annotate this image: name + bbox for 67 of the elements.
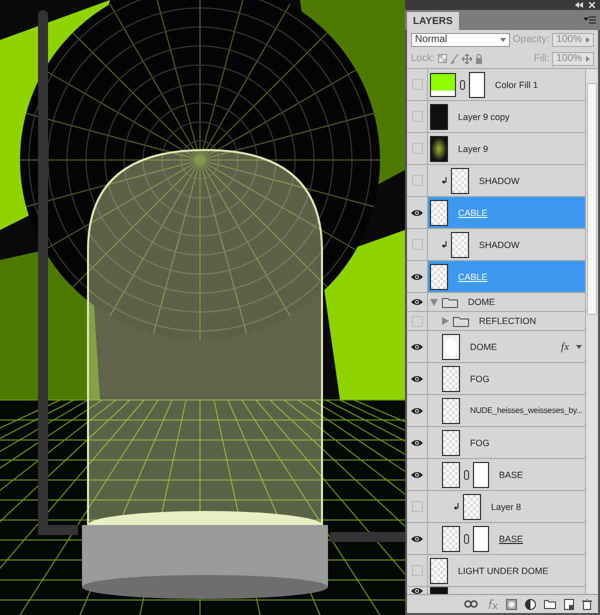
opacity-label: Opacity: bbox=[512, 34, 550, 45]
adjustment-icon[interactable] bbox=[525, 598, 536, 610]
eye-icon bbox=[411, 534, 423, 542]
close-icon[interactable] bbox=[589, 2, 595, 8]
caret-icon[interactable] bbox=[576, 344, 582, 348]
move-icon[interactable] bbox=[462, 54, 472, 64]
layer-row[interactable]: FOG bbox=[428, 427, 585, 458]
eye-icon bbox=[411, 406, 423, 414]
layer-row[interactable]: LIGHT UNDER DOME bbox=[428, 555, 585, 586]
chain-link-icon bbox=[464, 534, 469, 544]
layer-name: NUDE_heisses_weisseses_by... bbox=[470, 406, 583, 415]
layer-row[interactable]: DOME fx bbox=[428, 331, 585, 362]
eye-icon bbox=[411, 342, 423, 350]
layer-name: SHADOW bbox=[479, 176, 520, 186]
layer-row[interactable]: Layer 8 bbox=[428, 491, 585, 522]
link-icon[interactable] bbox=[464, 600, 478, 608]
folder-icon bbox=[453, 316, 469, 326]
layer-row[interactable]: SHADOW bbox=[428, 165, 585, 196]
eye-icon bbox=[411, 208, 423, 216]
stepper-arrow-icon[interactable] bbox=[586, 56, 590, 62]
layer-name: Layer 8 bbox=[491, 502, 522, 512]
layer-name: Layer 9 copy bbox=[458, 112, 510, 122]
layer-name: FOG bbox=[470, 438, 490, 448]
chain-link-icon bbox=[464, 470, 469, 480]
layer-row[interactable]: Layer 9 copy bbox=[428, 101, 585, 132]
layer-row[interactable]: REFLECTION bbox=[428, 312, 585, 330]
layer-name: LIGHT UNDER DOME bbox=[458, 566, 548, 576]
eye-icon bbox=[411, 374, 423, 382]
trash-icon[interactable] bbox=[582, 598, 592, 610]
layer-row[interactable]: BASE bbox=[428, 459, 585, 490]
layer-name: DOME bbox=[470, 342, 497, 352]
layer-name: CABLE bbox=[458, 272, 488, 282]
eye-icon bbox=[411, 438, 423, 446]
panel-menu-icon[interactable] bbox=[584, 16, 596, 24]
blend-mode-dropdown[interactable]: Normal bbox=[411, 32, 510, 46]
layer-name: REFLECTION bbox=[479, 316, 536, 326]
layer-name: BASE bbox=[499, 534, 524, 544]
lock-label: Lock: bbox=[411, 53, 435, 64]
layer-row[interactable]: SHADOW bbox=[428, 229, 585, 260]
folder-icon bbox=[442, 296, 458, 308]
folder-icon[interactable] bbox=[544, 599, 556, 609]
eye-icon bbox=[411, 470, 423, 478]
mask-icon[interactable] bbox=[506, 598, 517, 610]
layers-tab[interactable]: LAYERS bbox=[407, 12, 459, 30]
chain-link-icon bbox=[460, 80, 465, 90]
layer-name: Color Fill 1 bbox=[495, 80, 538, 90]
fill-label: Fill: bbox=[534, 53, 550, 64]
layer-row[interactable]: BASE bbox=[428, 523, 585, 554]
effects-badge[interactable]: fx bbox=[561, 340, 569, 352]
new-layer-icon[interactable] bbox=[564, 598, 574, 610]
layer-row[interactable]: NUDE_heisses_weisseses_by... bbox=[428, 395, 585, 426]
layer-row[interactable]: DOME bbox=[428, 293, 585, 311]
eye-icon bbox=[411, 298, 423, 306]
layer-name: Layer 9 bbox=[458, 144, 488, 154]
collapse-icon[interactable] bbox=[575, 2, 583, 8]
eye-icon bbox=[411, 272, 423, 280]
layer-row[interactable]: Color Fill 1 bbox=[428, 69, 585, 100]
layer-name: FOG bbox=[470, 374, 490, 384]
layer-row[interactable]: Layer 9 bbox=[428, 133, 585, 164]
stepper-arrow-icon[interactable] bbox=[586, 36, 590, 42]
layer-name: DOME bbox=[468, 297, 495, 307]
layer-name: CABLE bbox=[458, 208, 488, 218]
layer-name: SHADOW bbox=[479, 240, 520, 250]
scrollbar[interactable] bbox=[585, 69, 598, 594]
layer-row[interactable]: FOG bbox=[428, 363, 585, 394]
caret-icon bbox=[500, 38, 506, 42]
layer-name: BASE bbox=[499, 470, 524, 480]
